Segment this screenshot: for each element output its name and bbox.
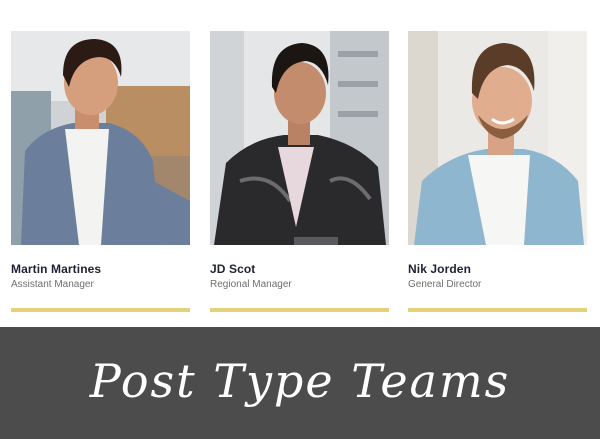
member-name[interactable]: Nik Jorden	[408, 262, 471, 276]
member-photo-image	[11, 31, 190, 245]
member-role: General Director	[408, 279, 482, 290]
accent-bar	[408, 308, 587, 312]
team-card[interactable]: Martin Martines Assistant Manager	[11, 31, 190, 312]
team-section: Martin Martines Assistant Manager JD Sco…	[0, 0, 600, 327]
member-photo[interactable]	[210, 31, 389, 245]
member-role: Assistant Manager	[11, 279, 94, 290]
accent-bar	[11, 308, 190, 312]
accent-bar	[210, 308, 389, 312]
member-photo[interactable]	[408, 31, 587, 245]
member-name[interactable]: JD Scot	[210, 262, 255, 276]
banner-title: Post Type Teams	[89, 354, 511, 408]
member-photo[interactable]	[11, 31, 190, 245]
team-card[interactable]: JD Scot Regional Manager	[210, 31, 389, 312]
team-card[interactable]: Nik Jorden General Director	[408, 31, 587, 312]
member-photo-image	[408, 31, 587, 245]
member-photo-image	[210, 31, 389, 245]
title-banner: Post Type Teams	[0, 327, 600, 439]
member-role: Regional Manager	[210, 279, 292, 290]
member-name[interactable]: Martin Martines	[11, 262, 101, 276]
